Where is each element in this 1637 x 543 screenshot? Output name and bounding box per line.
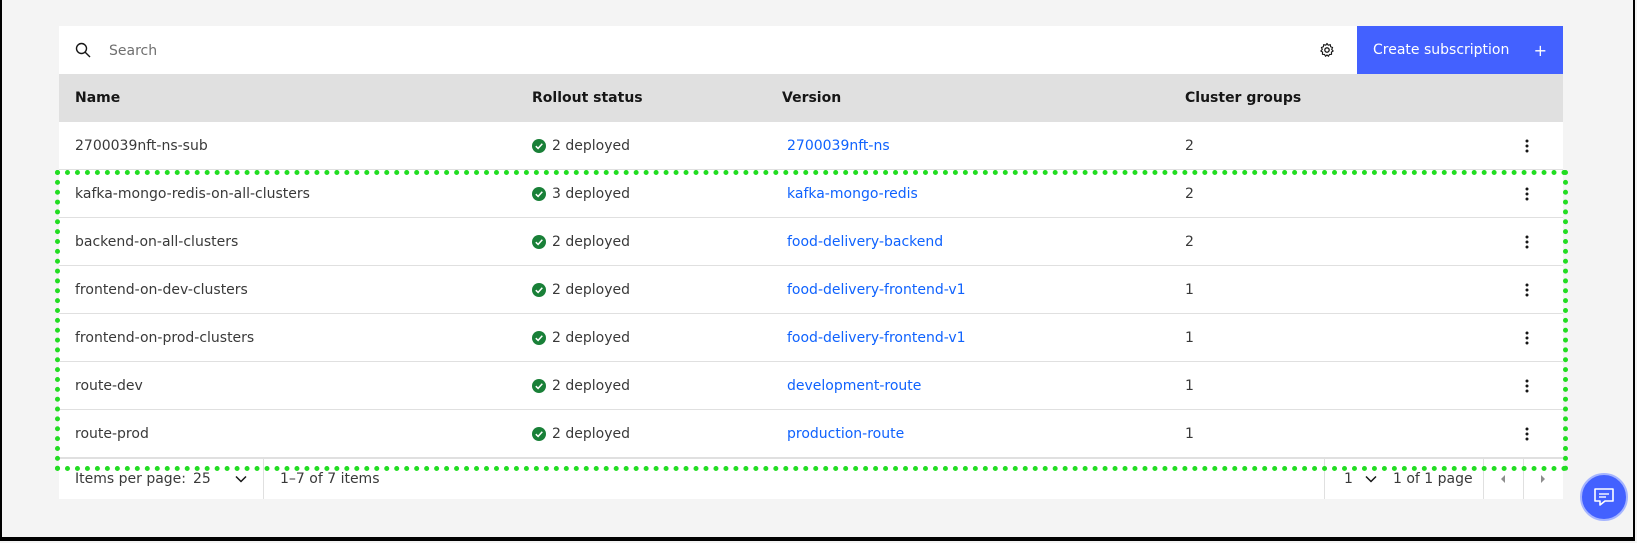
cluster-groups-count: 1 — [1185, 329, 1194, 346]
overflow-menu-button[interactable] — [1519, 136, 1535, 156]
rollout-status-text: 3 deployed — [552, 185, 630, 202]
chevron-down-icon — [235, 475, 247, 483]
table-row[interactable]: frontend-on-dev-clusters 2 deployed food-d… — [59, 266, 1563, 314]
version-link[interactable]: food-delivery-backend — [787, 234, 943, 250]
chat-button[interactable] — [1580, 473, 1628, 521]
overflow-menu-button[interactable] — [1519, 232, 1535, 252]
rollout-status-text: 2 deployed — [552, 377, 630, 394]
table-header: Name Rollout status Version Cluster grou… — [59, 74, 1563, 122]
caret-right-icon — [1541, 475, 1545, 483]
header-rollout-status[interactable]: Rollout status — [532, 90, 643, 106]
pagination-range: 1–7 of 7 items — [280, 471, 380, 487]
overflow-menu-vertical-icon — [1525, 379, 1529, 392]
items-per-page-value: 25 — [193, 471, 211, 487]
subscriptions-table: Create subscription + Name Rollout statu… — [59, 26, 1563, 499]
cluster-groups-count: 1 — [1185, 377, 1194, 394]
row-name: frontend-on-dev-clusters — [75, 281, 248, 298]
header-cluster-groups[interactable]: Cluster groups — [1185, 90, 1301, 106]
cluster-groups-count: 2 — [1185, 137, 1194, 154]
checkmark-filled-icon — [532, 282, 546, 297]
rollout-status-text: 2 deployed — [552, 425, 630, 442]
checkmark-filled-icon — [532, 378, 546, 393]
items-per-page-label: Items per page: — [75, 471, 187, 487]
cluster-groups-count: 2 — [1185, 185, 1194, 202]
items-per-page-select[interactable]: 25 — [193, 471, 247, 487]
rollout-status: 2 deployed — [532, 378, 630, 394]
table-row[interactable]: kafka-mongo-redis-on-all-clusters 3 deplo… — [59, 170, 1563, 218]
chevron-down-icon — [1365, 475, 1377, 483]
gear-icon[interactable] — [1319, 42, 1335, 58]
rollout-status-text: 2 deployed — [552, 137, 630, 154]
search-input[interactable] — [107, 26, 1311, 76]
table-row[interactable]: backend-on-all-clusters 2 deployed food-de… — [59, 218, 1563, 266]
table-toolbar: Create subscription + — [59, 26, 1563, 76]
overflow-menu-vertical-icon — [1525, 283, 1529, 296]
overflow-menu-button[interactable] — [1519, 280, 1535, 300]
row-name: 2700039nft-ns-sub — [75, 137, 208, 154]
table-row[interactable]: 2700039nft-ns-sub 2 deployed 2700039nft-ns… — [59, 122, 1563, 170]
row-name: frontend-on-prod-clusters — [75, 329, 255, 346]
version-link[interactable]: kafka-mongo-redis — [787, 186, 918, 202]
search-icon — [75, 42, 91, 58]
header-name[interactable]: Name — [75, 90, 120, 106]
rollout-status-text: 2 deployed — [552, 233, 630, 250]
checkmark-filled-icon — [532, 186, 546, 201]
plus-icon: + — [1533, 40, 1547, 60]
overflow-menu-button[interactable] — [1519, 424, 1535, 444]
table-row[interactable]: route-prod 2 deployed production-route 1 — [59, 410, 1563, 458]
row-name: route-dev — [75, 377, 143, 394]
rollout-status: 2 deployed — [532, 330, 630, 346]
row-name: route-prod — [75, 425, 149, 442]
page-select-value: 1 — [1344, 471, 1353, 487]
rollout-status: 2 deployed — [532, 282, 630, 298]
rollout-status: 2 deployed — [532, 426, 630, 442]
version-link[interactable]: production-route — [787, 426, 904, 442]
version-link[interactable]: food-delivery-frontend-v1 — [787, 282, 966, 298]
page-count-text: 1 of 1 page — [1393, 471, 1473, 487]
overflow-menu-button[interactable] — [1519, 328, 1535, 348]
overflow-menu-button[interactable] — [1519, 184, 1535, 204]
pagination-bar: Items per page: 25 1–7 of 7 items 1 1 of… — [59, 458, 1563, 499]
rollout-status-text: 2 deployed — [552, 329, 630, 346]
row-name: kafka-mongo-redis-on-all-clusters — [75, 185, 310, 202]
cluster-groups-count: 2 — [1185, 233, 1194, 250]
overflow-menu-vertical-icon — [1525, 331, 1529, 344]
overflow-menu-vertical-icon — [1525, 427, 1529, 440]
page-select[interactable]: 1 — [1344, 471, 1377, 487]
rollout-status-text: 2 deployed — [552, 281, 630, 298]
chat-icon — [1594, 488, 1614, 506]
overflow-menu-vertical-icon — [1525, 139, 1529, 152]
table-row[interactable]: frontend-on-prod-clusters 2 deployed food-… — [59, 314, 1563, 362]
rollout-status: 2 deployed — [532, 138, 630, 154]
version-link[interactable]: 2700039nft-ns — [787, 138, 890, 154]
rollout-status: 2 deployed — [532, 234, 630, 250]
version-link[interactable]: food-delivery-frontend-v1 — [787, 330, 966, 346]
table-row[interactable]: route-dev 2 deployed development-route 1 — [59, 362, 1563, 410]
checkmark-filled-icon — [532, 426, 546, 441]
create-subscription-button[interactable]: Create subscription + — [1357, 26, 1563, 74]
previous-page-button[interactable] — [1483, 459, 1523, 499]
checkmark-filled-icon — [532, 330, 546, 345]
header-version[interactable]: Version — [782, 90, 841, 106]
checkmark-filled-icon — [532, 234, 546, 249]
cluster-groups-count: 1 — [1185, 281, 1194, 298]
overflow-menu-vertical-icon — [1525, 187, 1529, 200]
rollout-status: 3 deployed — [532, 186, 630, 202]
version-link[interactable]: development-route — [787, 378, 921, 394]
next-page-button[interactable] — [1523, 459, 1563, 499]
overflow-menu-vertical-icon — [1525, 235, 1529, 248]
row-name: backend-on-all-clusters — [75, 233, 239, 250]
caret-left-icon — [1501, 475, 1505, 483]
create-subscription-label: Create subscription — [1373, 42, 1510, 58]
overflow-menu-button[interactable] — [1519, 376, 1535, 396]
checkmark-filled-icon — [532, 138, 546, 153]
cluster-groups-count: 1 — [1185, 425, 1194, 442]
